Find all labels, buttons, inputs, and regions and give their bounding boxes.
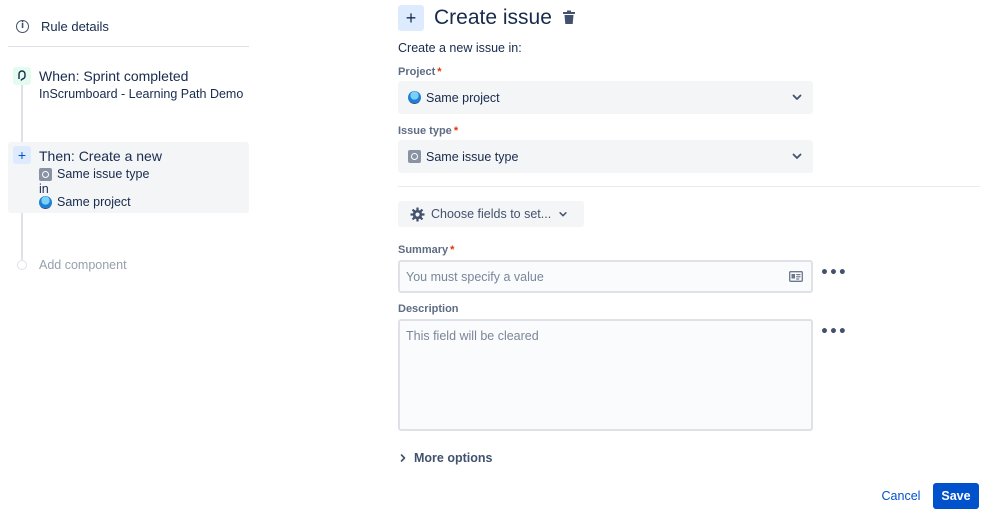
- add-component-label: Add component: [39, 258, 127, 272]
- add-component-button[interactable]: Add component: [10, 256, 127, 274]
- summary-placeholder: You must specify a value: [406, 270, 544, 284]
- cancel-button[interactable]: Cancel: [876, 484, 926, 508]
- trigger-icon: [13, 67, 31, 85]
- page-title: Create issue: [434, 6, 552, 29]
- description-label: Description: [398, 303, 459, 315]
- summary-more-icon[interactable]: •••: [820, 266, 847, 280]
- timeline-dot-icon: [17, 260, 27, 270]
- action-project-label: Same project: [57, 195, 131, 209]
- gear-icon: [410, 206, 425, 222]
- chevron-right-icon: [400, 454, 406, 462]
- summary-input[interactable]: You must specify a value: [398, 260, 813, 293]
- trigger-board: Scrumboard - Learning Path Demo: [49, 87, 244, 101]
- choose-fields-button[interactable]: Choose fields to set...: [398, 201, 584, 227]
- summary-label-text: Summary: [398, 244, 449, 256]
- create-issue-form: + Create issue Create a new issue in: Pr…: [398, 0, 980, 522]
- trash-icon[interactable]: [562, 10, 576, 25]
- more-options-label: More options: [414, 451, 493, 465]
- info-icon: i: [16, 19, 29, 33]
- required-mark: *: [453, 125, 459, 137]
- action-issue-type-label: Same issue type: [57, 167, 150, 181]
- project-select-value: Same project: [408, 91, 500, 105]
- issue-type-label-text: Issue type: [398, 125, 452, 137]
- issue-type-label: Issue type *: [398, 125, 458, 137]
- trigger-prefix: In: [39, 87, 50, 101]
- rule-details-link[interactable]: i Rule details: [14, 14, 109, 38]
- action-project: Same project: [39, 195, 131, 209]
- form-subtitle: Create a new issue in:: [398, 41, 522, 55]
- action-in-text: in: [39, 182, 49, 196]
- chevron-down-icon: [792, 153, 802, 159]
- project-icon: [408, 91, 421, 104]
- issue-type-select-value: Same issue type: [408, 150, 518, 164]
- description-more-icon[interactable]: •••: [820, 325, 847, 339]
- form-divider: [398, 186, 980, 187]
- plus-icon: +: [13, 146, 31, 164]
- project-select-text: Same project: [426, 90, 500, 105]
- issue-type-icon: [39, 167, 52, 181]
- project-select[interactable]: Same project: [398, 81, 813, 114]
- trigger-title: When: Sprint completed: [39, 68, 189, 84]
- description-placeholder: This field will be cleared: [406, 329, 539, 343]
- form-header: + Create issue: [398, 5, 576, 31]
- more-options-toggle[interactable]: More options: [398, 450, 492, 466]
- action-title: Then: Create a new: [39, 148, 162, 164]
- project-icon: [39, 195, 52, 209]
- project-label: Project *: [398, 66, 442, 78]
- required-mark: *: [450, 244, 455, 256]
- issue-type-select-text: Same issue type: [426, 149, 519, 164]
- choose-fields-label: Choose fields to set...: [431, 207, 552, 221]
- plus-icon: +: [398, 5, 424, 31]
- rule-sidebar: i Rule details When: Sprint completed In…: [0, 0, 260, 522]
- action-component[interactable]: + Then: Create a new Same issue type in …: [8, 142, 249, 213]
- rule-details-label: Rule details: [41, 18, 109, 34]
- summary-label: Summary *: [398, 244, 454, 256]
- trigger-subtitle: InScrumboard - Learning Path Demo: [39, 87, 243, 101]
- project-label-text: Project: [398, 66, 436, 78]
- action-issue-type: Same issue type: [39, 167, 149, 181]
- trigger-component[interactable]: When: Sprint completed InScrumboard - Le…: [10, 64, 250, 108]
- required-mark: *: [437, 66, 442, 78]
- save-button[interactable]: Save: [933, 483, 979, 509]
- field-card-icon: [789, 271, 803, 282]
- chevron-down-icon: [792, 94, 802, 100]
- chevron-down-icon: [559, 212, 567, 217]
- issue-type-icon: [408, 150, 421, 163]
- issue-type-select[interactable]: Same issue type: [398, 140, 813, 173]
- sidebar-divider: [8, 46, 249, 47]
- description-textarea[interactable]: This field will be cleared: [398, 319, 813, 431]
